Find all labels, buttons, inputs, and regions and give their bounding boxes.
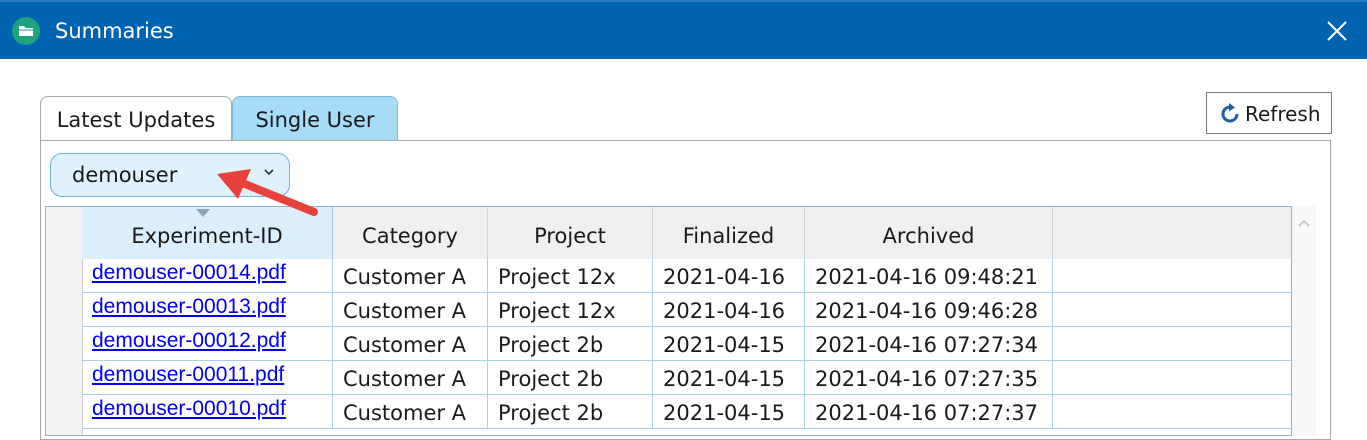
- column-header-label: Archived: [882, 224, 975, 248]
- refresh-label: Refresh: [1245, 102, 1321, 126]
- column-header-filler: [1053, 207, 1291, 259]
- finalized-cell: 2021-04-16: [653, 259, 805, 293]
- vertical-scrollbar[interactable]: [1292, 206, 1316, 436]
- scroll-up-icon: [1298, 219, 1310, 227]
- experiment-id-link[interactable]: demouser-00010.pdf: [82, 395, 333, 429]
- category-cell: Customer A: [333, 327, 488, 361]
- column-header-project[interactable]: Project: [488, 207, 653, 259]
- user-select-value: demouser: [72, 163, 178, 187]
- archived-cell: 2021-04-16 07:27:34: [805, 327, 1053, 361]
- row-header-column: [46, 207, 83, 435]
- row-filler: [1053, 293, 1291, 327]
- finalized-cell: 2021-04-15: [653, 361, 805, 395]
- project-cell: Project 2b: [488, 327, 653, 361]
- project-cell: Project 12x: [488, 293, 653, 327]
- category-cell: Customer A: [333, 259, 488, 293]
- experiment-id-link[interactable]: demouser-00013.pdf: [82, 293, 333, 327]
- tab-single-user[interactable]: Single User: [232, 96, 398, 140]
- project-cell: Project 12x: [488, 259, 653, 293]
- close-button[interactable]: [1316, 10, 1358, 52]
- archived-cell: 2021-04-16 09:46:28: [805, 293, 1053, 327]
- archived-cell: 2021-04-16 07:27:35: [805, 361, 1053, 395]
- red-arrow-icon: [217, 169, 318, 216]
- row-filler: [1053, 259, 1291, 293]
- title-bar-edge: [0, 0, 1367, 2]
- experiment-id-link[interactable]: demouser-00014.pdf: [82, 259, 333, 293]
- row-filler: [1053, 327, 1291, 361]
- finalized-cell: 2021-04-16: [653, 293, 805, 327]
- close-icon: [1327, 21, 1347, 41]
- sort-descending-icon: [196, 209, 210, 217]
- row-filler: [1053, 395, 1291, 429]
- refresh-icon: [1221, 103, 1239, 123]
- column-header-category[interactable]: Category: [333, 207, 488, 259]
- refresh-button[interactable]: Refresh: [1206, 92, 1332, 134]
- column-header-label: Project: [534, 224, 606, 248]
- row-filler: [1053, 361, 1291, 395]
- title-bar: Summaries: [0, 0, 1367, 59]
- experiment-id-link[interactable]: demouser-00012.pdf: [82, 327, 333, 361]
- finalized-cell: 2021-04-15: [653, 327, 805, 361]
- archived-cell: 2021-04-16 09:48:21: [805, 259, 1053, 293]
- tab-latest-updates[interactable]: Latest Updates: [40, 96, 232, 140]
- category-cell: Customer A: [333, 395, 488, 429]
- project-cell: Project 2b: [488, 361, 653, 395]
- finalized-cell: 2021-04-15: [653, 395, 805, 429]
- column-header-label: Experiment-ID: [131, 224, 283, 248]
- project-cell: Project 2b: [488, 395, 653, 429]
- column-header-archived[interactable]: Archived: [805, 207, 1053, 259]
- archived-cell: 2021-04-16 07:27:37: [805, 395, 1053, 429]
- experiments-table: Experiment-ID Category Project Finalized…: [45, 206, 1292, 436]
- column-header-label: Finalized: [682, 224, 775, 248]
- folder-icon: [12, 17, 40, 45]
- category-cell: Customer A: [333, 361, 488, 395]
- column-header-label: Category: [362, 224, 458, 248]
- column-header-finalized[interactable]: Finalized: [653, 207, 805, 259]
- category-cell: Customer A: [333, 293, 488, 327]
- experiment-id-link[interactable]: demouser-00011.pdf: [82, 361, 333, 395]
- window-title: Summaries: [55, 19, 174, 43]
